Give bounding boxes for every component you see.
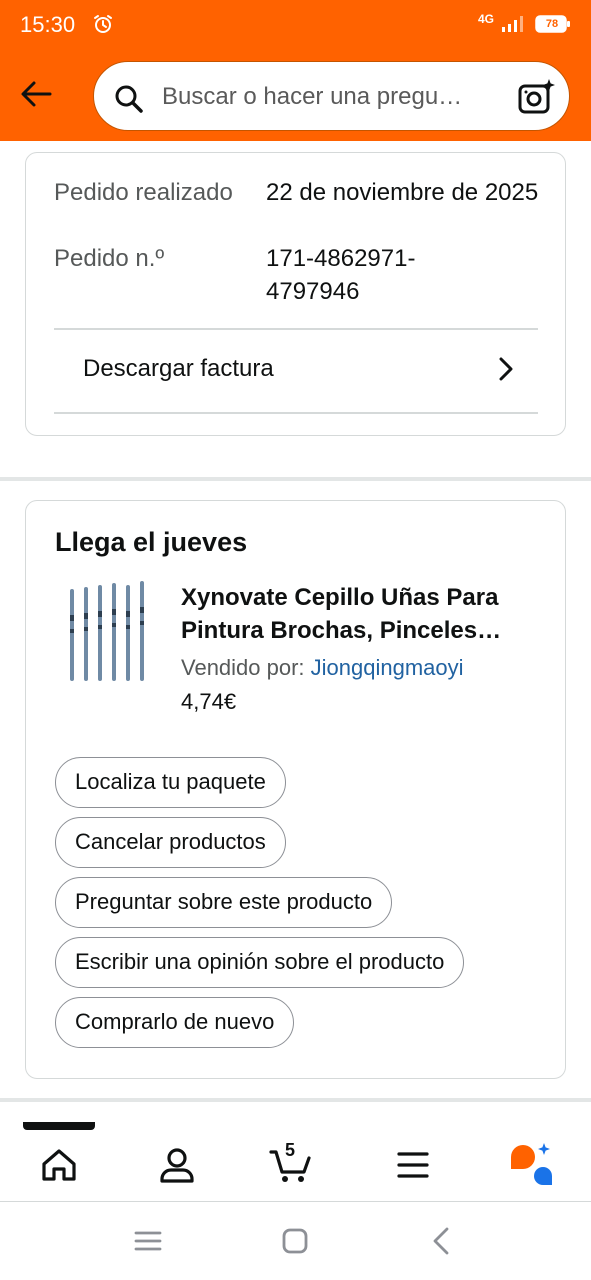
- seller-info: Vendido por: Jiongqingmaoyi: [181, 655, 464, 681]
- home-nav-icon[interactable]: [279, 1225, 311, 1257]
- back-arrow-icon: [21, 81, 52, 107]
- home-icon[interactable]: [34, 1140, 84, 1190]
- search-bar[interactable]: Buscar o hacer una pregu…: [93, 61, 570, 131]
- status-time: 15:30: [20, 12, 76, 37]
- ask-product-question-button[interactable]: Preguntar sobre este producto: [55, 877, 393, 928]
- back-nav-icon[interactable]: [427, 1225, 459, 1257]
- section-separator: [0, 477, 591, 481]
- cart-count-badge: 5: [285, 1140, 296, 1160]
- system-navigation-bar: [0, 1203, 591, 1280]
- chevron-right-icon: [499, 357, 513, 381]
- order-number-label: Pedido n.º: [54, 245, 165, 272]
- buy-again-button[interactable]: Comprarlo de nuevo: [55, 997, 295, 1048]
- menu-icon[interactable]: [388, 1140, 438, 1190]
- seller-link[interactable]: Jiongqingmaoyi: [311, 655, 464, 680]
- order-number-value: 171-4862971-4797946: [266, 245, 416, 305]
- section-separator: [0, 1098, 591, 1102]
- network-type: 4G: [478, 12, 495, 26]
- order-info-card: Pedido realizado 22 de noviembre de 2025…: [25, 152, 566, 436]
- recent-apps-icon[interactable]: [132, 1225, 164, 1257]
- divider: [54, 412, 538, 414]
- back-button[interactable]: [14, 72, 58, 116]
- account-icon[interactable]: [152, 1140, 202, 1190]
- camera-search-icon[interactable]: [516, 77, 556, 117]
- bottom-tab-bar: 5: [0, 1122, 591, 1202]
- alarm-clock-icon: [94, 15, 112, 33]
- product-image[interactable]: [62, 579, 152, 689]
- download-invoice-row[interactable]: Descargar factura: [54, 329, 538, 413]
- seller-prefix: Vendido por:: [181, 655, 311, 680]
- download-invoice-label: Descargar factura: [83, 355, 274, 382]
- battery-level: 78: [545, 18, 559, 30]
- product-price: 4,74€: [181, 689, 237, 714]
- rufus-ai-icon[interactable]: [506, 1140, 556, 1190]
- shipment-card: Llega el jueves Xynovate Cepillo Uñas Pa…: [25, 500, 566, 1079]
- product-title[interactable]: Xynovate Cepillo Uñas Para Pintura Broch…: [181, 581, 541, 647]
- app-header: Buscar o hacer una pregu…: [0, 52, 591, 141]
- signal-strength-icon: [502, 16, 523, 32]
- write-review-button[interactable]: Escribir una opinión sobre el producto: [55, 937, 465, 988]
- status-bar: 15:30 4G 78: [0, 0, 591, 52]
- delivery-title: Llega el jueves: [55, 527, 248, 557]
- active-tab-indicator: [23, 1122, 95, 1130]
- order-date-label: Pedido realizado: [54, 179, 233, 206]
- cart-tab[interactable]: 5: [268, 1140, 318, 1190]
- cancel-items-button[interactable]: Cancelar productos: [55, 817, 286, 868]
- search-icon: [115, 85, 143, 113]
- track-package-button[interactable]: Localiza tu paquete: [55, 757, 286, 808]
- search-input[interactable]: Buscar o hacer una pregu…: [162, 83, 492, 111]
- order-date-value: 22 de noviembre de 2025: [266, 179, 539, 206]
